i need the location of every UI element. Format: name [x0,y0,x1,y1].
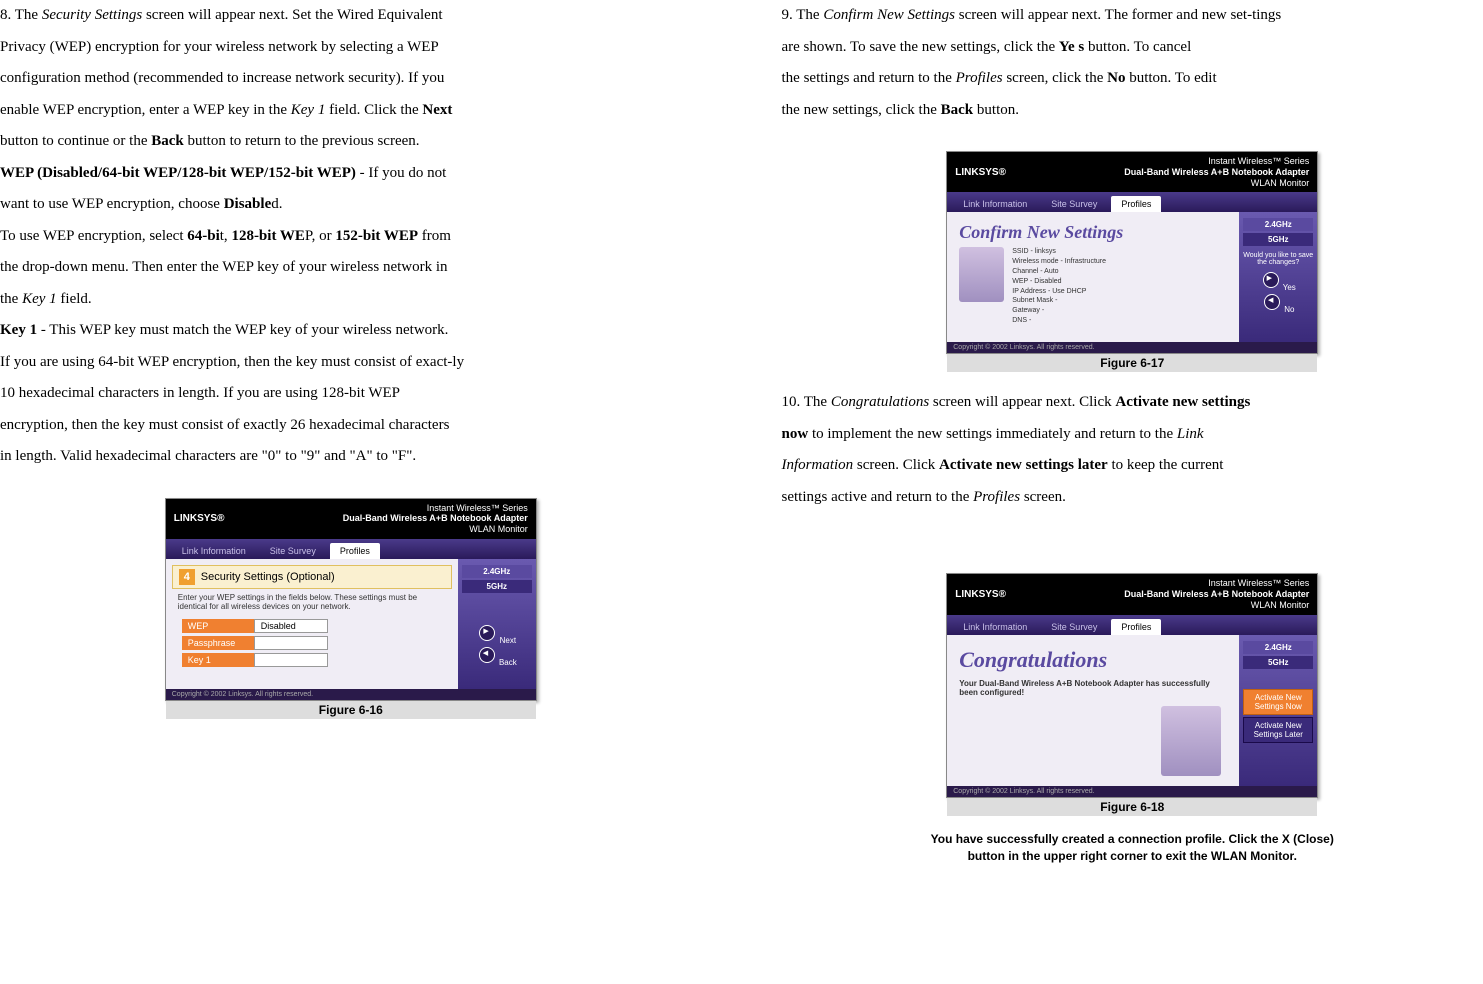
wizard-step-number: 4 [179,569,195,585]
key1-line1: Key 1 - This WEP key must match the WEP … [0,315,702,347]
copyright-footer: Copyright © 2002 Linksys. All rights res… [947,786,1317,797]
activate-later-button[interactable]: Activate New Settings Later [1243,717,1313,743]
step9-line1: 9. The Confirm New Settings screen will … [782,0,1483,32]
badge-5ghz: 5GHz [462,580,532,593]
tab-profiles[interactable]: Profiles [1111,196,1161,212]
confirm-question: Would you like to save the changes? [1243,252,1313,266]
next-button[interactable]: Next [500,636,516,645]
badge-24ghz: 2.4GHz [1243,218,1313,231]
key1-line3: 10 hexadecimal characters in length. If … [0,378,702,410]
badge-5ghz: 5GHz [1243,656,1313,669]
wep-options-line1: WEP (Disabled/64-bit WEP/128-bit WEP/152… [0,158,702,190]
figure-caption-18: Figure 6-18 [947,798,1317,816]
next-button-icon[interactable] [479,625,495,641]
person-illustration [1161,706,1221,776]
copyright-footer: Copyright © 2002 Linksys. All rights res… [166,689,536,700]
step10-line4: settings active and return to the Profil… [782,482,1483,514]
step9-line2: are shown. To save the new settings, cli… [782,32,1483,64]
no-button[interactable]: No [1284,305,1294,314]
tab-site-survey[interactable]: Site Survey [260,543,326,559]
figure-6-17: LINKSYS® Instant Wireless™ Series Dual-B… [782,151,1483,372]
tab-site-survey[interactable]: Site Survey [1041,619,1107,635]
tab-link-information[interactable]: Link Information [953,196,1037,212]
yes-button-icon[interactable] [1263,272,1279,288]
tab-site-survey[interactable]: Site Survey [1041,196,1107,212]
confirm-title: Confirm New Settings [953,218,1233,247]
person-illustration [959,247,1004,302]
step10-line2: now to implement the new settings immedi… [782,419,1483,451]
step8-line2: Privacy (WEP) encryption for your wirele… [0,32,702,64]
settings-summary-list: SSID - linksys Wireless mode - Infrastru… [1012,247,1106,325]
step10-line1: 10. The Congratulations screen will appe… [782,387,1483,419]
field-passphrase-input[interactable] [254,636,328,650]
step8-line4: enable WEP encryption, enter a WEP key i… [0,95,702,127]
wep-select-line3: the Key 1 field. [0,284,702,316]
yes-button[interactable]: Yes [1283,283,1296,292]
wep-select-line2: the drop-down menu. Then enter the WEP k… [0,252,702,284]
brand-logo: LINKSYS® [955,589,1006,600]
wep-options-line2: want to use WEP encryption, choose Disab… [0,189,702,221]
figure-6-18: LINKSYS® Instant Wireless™ Series Dual-B… [782,573,1483,816]
field-wep-select[interactable]: Disabled [254,619,328,633]
right-column: 9. The Confirm New Settings screen will … [742,0,1483,865]
figure-caption-17: Figure 6-17 [947,354,1317,372]
back-button[interactable]: Back [499,658,517,667]
brand-logo: LINKSYS® [174,513,225,524]
field-label-wep: WEP [182,619,254,633]
step10-line3: Information screen. Click Activate new s… [782,450,1483,482]
product-name: Dual-Band Wireless A+B Notebook Adapter [1124,167,1309,178]
product-name: Dual-Band Wireless A+B Notebook Adapter [343,513,528,524]
tab-profiles[interactable]: Profiles [1111,619,1161,635]
step9-line4: the new settings, click the Back button. [782,95,1483,127]
field-label-key1: Key 1 [182,653,254,667]
copyright-footer: Copyright © 2002 Linksys. All rights res… [947,342,1317,353]
screenshot-confirm-settings: LINKSYS® Instant Wireless™ Series Dual-B… [946,151,1318,354]
key1-line4: encryption, then the key must consist of… [0,410,702,442]
congrats-title: Congratulations [953,641,1233,675]
field-label-passphrase: Passphrase [182,636,254,650]
tab-profiles[interactable]: Profiles [330,543,380,559]
left-column: 8. The Security Settings screen will app… [0,0,742,865]
monitor-label: WLAN Monitor [343,524,528,535]
activate-now-button[interactable]: Activate New Settings Now [1243,689,1313,715]
screenshot-security-settings: LINKSYS® Instant Wireless™ Series Dual-B… [165,498,537,701]
badge-5ghz: 5GHz [1243,233,1313,246]
wep-select-line1: To use WEP encryption, select 64-bit, 12… [0,221,702,253]
product-series: Instant Wireless™ Series [1124,156,1309,167]
badge-24ghz: 2.4GHz [462,565,532,578]
no-button-icon[interactable] [1264,294,1280,310]
brand-logo: LINKSYS® [955,167,1006,178]
congrats-subtitle: Your Dual-Band Wireless A+B Notebook Ada… [953,675,1233,702]
screenshot-congratulations: LINKSYS® Instant Wireless™ Series Dual-B… [946,573,1318,798]
back-button-icon[interactable] [479,647,495,663]
tab-link-information[interactable]: Link Information [172,543,256,559]
wizard-description: Enter your WEP settings in the fields be… [172,589,452,616]
product-name: Dual-Band Wireless A+B Notebook Adapter [1124,589,1309,600]
monitor-label: WLAN Monitor [1124,600,1309,611]
step8-line5: button to continue or the Back button to… [0,126,702,158]
step8-line3: configuration method (recommended to inc… [0,63,702,95]
figure-6-16: LINKSYS® Instant Wireless™ Series Dual-B… [0,498,702,719]
wizard-step-title: Security Settings (Optional) [201,571,335,583]
monitor-label: WLAN Monitor [1124,178,1309,189]
product-series: Instant Wireless™ Series [343,503,528,514]
figure-caption-16: Figure 6-16 [166,701,536,719]
tab-link-information[interactable]: Link Information [953,619,1037,635]
step9-line3: the settings and return to the Profiles … [782,63,1483,95]
key1-line5: in length. Valid hexadecimal characters … [0,441,702,473]
step8-line1: 8. The Security Settings screen will app… [0,0,702,32]
success-note: You have successfully created a connecti… [782,831,1483,865]
badge-24ghz: 2.4GHz [1243,641,1313,654]
key1-line2: If you are using 64-bit WEP encryption, … [0,347,702,379]
field-key1-input[interactable] [254,653,328,667]
product-series: Instant Wireless™ Series [1124,578,1309,589]
